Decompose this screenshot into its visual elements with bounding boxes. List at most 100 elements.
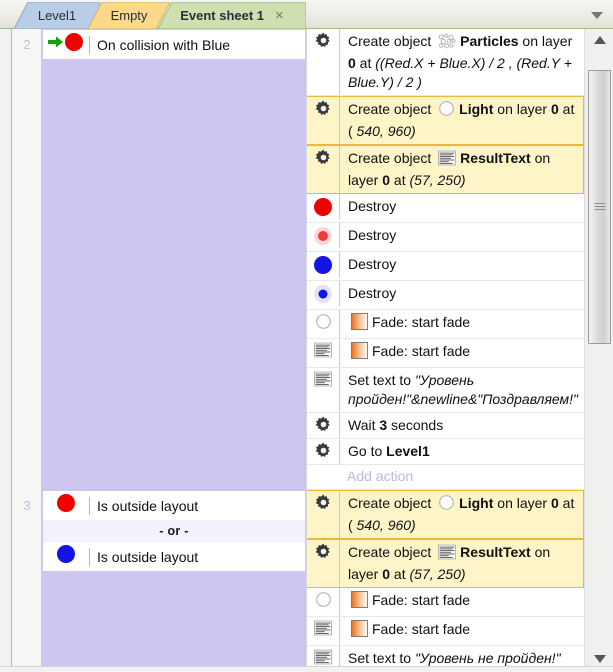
- action-text: Destroy: [339, 223, 584, 248]
- text-fragment: seconds: [387, 417, 443, 433]
- condition-row[interactable]: Is outside layout: [43, 542, 305, 571]
- condition-text: On collision with Blue: [89, 36, 305, 54]
- action-text: Create object ResultText on layer 0 at (…: [339, 146, 583, 193]
- chevron-down-icon[interactable]: [589, 8, 605, 22]
- action-text: Create object Light on layer 0 at ( 540,…: [339, 97, 583, 144]
- text-fragment: Light: [459, 495, 493, 511]
- action-row[interactable]: Fade: start fade: [307, 339, 584, 368]
- red-sprite-large-icon: [313, 197, 333, 222]
- action-text: Destroy: [339, 281, 584, 306]
- text-fragment: Create object: [348, 150, 435, 166]
- text-fragment: Fade: start fade: [372, 343, 470, 359]
- action-row[interactable]: Destroy: [307, 194, 584, 223]
- scrollbar-thumb[interactable]: [588, 70, 611, 344]
- condition-row[interactable]: On collision with Blue: [43, 30, 305, 59]
- action-row[interactable]: Create object Light on layer 0 at ( 540,…: [307, 96, 584, 145]
- text-fragment: Destroy: [348, 227, 396, 243]
- resulttext-icon: [438, 150, 456, 171]
- action-column: Create object Particles on layer 0 at ((…: [306, 29, 584, 490]
- text-fragment: on layer: [493, 101, 551, 117]
- action-row[interactable]: Fade: start fade: [307, 617, 584, 646]
- text-fragment: Set text to: [348, 372, 415, 388]
- condition-text: Is outside layout: [89, 497, 305, 515]
- gear-icon: [315, 149, 332, 171]
- action-row[interactable]: Destroy: [307, 252, 584, 281]
- text-fragment: Destroy: [348, 285, 396, 301]
- action-text: Fade: start fade: [339, 310, 584, 338]
- text-fragment: ((Red.X + Blue.X) / 2 , (Red.Y + Blue.Y)…: [348, 55, 572, 90]
- tab-label: Event sheet 1: [180, 8, 264, 23]
- scrollbar-thumb-grip: [594, 203, 605, 211]
- red-sprite-small-icon: [313, 226, 333, 251]
- text-fragment: 0: [382, 566, 390, 582]
- action-icon-cell: [307, 281, 339, 309]
- text-fragment: Set text to: [348, 650, 415, 666]
- action-icon-cell: [307, 252, 339, 280]
- text-fragment: Wait: [348, 417, 379, 433]
- condition-text: Is outside layout: [89, 548, 305, 566]
- action-row[interactable]: Create object ResultText on layer 0 at (…: [307, 145, 584, 194]
- event-sheet-canvas: 2 On collision with Blue Create object Par…: [0, 29, 613, 672]
- action-row[interactable]: Wait 3 seconds: [307, 413, 584, 439]
- condition-group[interactable]: Is outside layout - or - Is outside layout: [41, 490, 306, 572]
- condition-icon-cell: [43, 493, 89, 518]
- blue-sprite-large-icon: [313, 255, 333, 280]
- action-icon-cell: [307, 97, 339, 122]
- red-sprite-icon: [64, 32, 84, 57]
- text-fragment: Create object: [348, 544, 435, 560]
- action-icon-cell: [307, 540, 339, 565]
- text-fragment: Destroy: [348, 256, 396, 272]
- action-row[interactable]: Go to Level1: [307, 439, 584, 465]
- event-block[interactable]: 3Is outside layout- or -Is outside layou…: [13, 490, 584, 672]
- text-fragment: (57, 250): [410, 172, 466, 188]
- action-text: Create object Particles on layer 0 at ((…: [339, 29, 584, 95]
- left-gutter: [0, 29, 12, 672]
- action-row[interactable]: Set text to "Уровень пройден!"&newline&"…: [307, 368, 584, 413]
- text-fragment: 0: [551, 101, 559, 117]
- blue-sprite-small-icon: [313, 284, 333, 309]
- close-icon[interactable]: ×: [275, 7, 284, 24]
- text-fragment: Fade: start fade: [372, 621, 470, 637]
- action-icon-cell: [307, 491, 339, 516]
- event-list: 2 On collision with Blue Create object Par…: [13, 29, 584, 672]
- text-fragment: at: [390, 566, 409, 582]
- text-fragment: Particles: [460, 33, 518, 49]
- scroll-up-arrow-icon[interactable]: [588, 31, 611, 49]
- action-row[interactable]: Create object Light on layer 0 at ( 540,…: [307, 490, 584, 539]
- event-number: 2: [13, 29, 41, 490]
- action-text: Set text to "Уровень пройден!"&newline&"…: [339, 368, 584, 412]
- vertical-scrollbar[interactable]: [584, 29, 613, 672]
- action-row[interactable]: Create object Particles on layer 0 at ((…: [307, 29, 584, 96]
- green-arrow-icon: [48, 35, 64, 54]
- action-icon-cell: [307, 588, 339, 613]
- event-block[interactable]: 2 On collision with Blue Create object Par…: [13, 29, 584, 490]
- text-fragment: 0: [348, 55, 356, 71]
- action-row[interactable]: Create object ResultText on layer 0 at (…: [307, 539, 584, 588]
- action-text: Fade: start fade: [339, 588, 584, 616]
- text-fragment: Create object: [348, 495, 435, 511]
- tab-label: Level1: [38, 8, 76, 23]
- action-icon-cell: [307, 29, 339, 54]
- condition-row[interactable]: Is outside layout: [43, 491, 305, 520]
- condition-icon-cell: [43, 32, 89, 57]
- condition-group[interactable]: On collision with Blue: [41, 29, 306, 60]
- action-row[interactable]: Fade: start fade: [307, 588, 584, 617]
- or-separator: - or -: [43, 520, 305, 542]
- text-fragment: 540, 960): [353, 517, 416, 533]
- red-sprite-icon: [56, 493, 76, 518]
- tab-event-sheet-1[interactable]: Event sheet 1 ×: [158, 2, 306, 29]
- action-icon-cell: [307, 310, 339, 335]
- text-fragment: 3: [379, 417, 387, 433]
- text-fragment: 0: [551, 495, 559, 511]
- action-text: Destroy: [339, 194, 584, 219]
- event-number: 3: [13, 490, 41, 672]
- action-icon-cell: [307, 368, 339, 392]
- fade-icon: [351, 313, 368, 335]
- particles-icon: [438, 33, 456, 54]
- action-row[interactable]: Destroy: [307, 223, 584, 252]
- resulttext-icon: [314, 620, 332, 641]
- action-text: Go to Level1: [339, 439, 584, 464]
- add-action-link[interactable]: Add action: [307, 465, 584, 490]
- action-row[interactable]: Destroy: [307, 281, 584, 310]
- action-row[interactable]: Fade: start fade: [307, 310, 584, 339]
